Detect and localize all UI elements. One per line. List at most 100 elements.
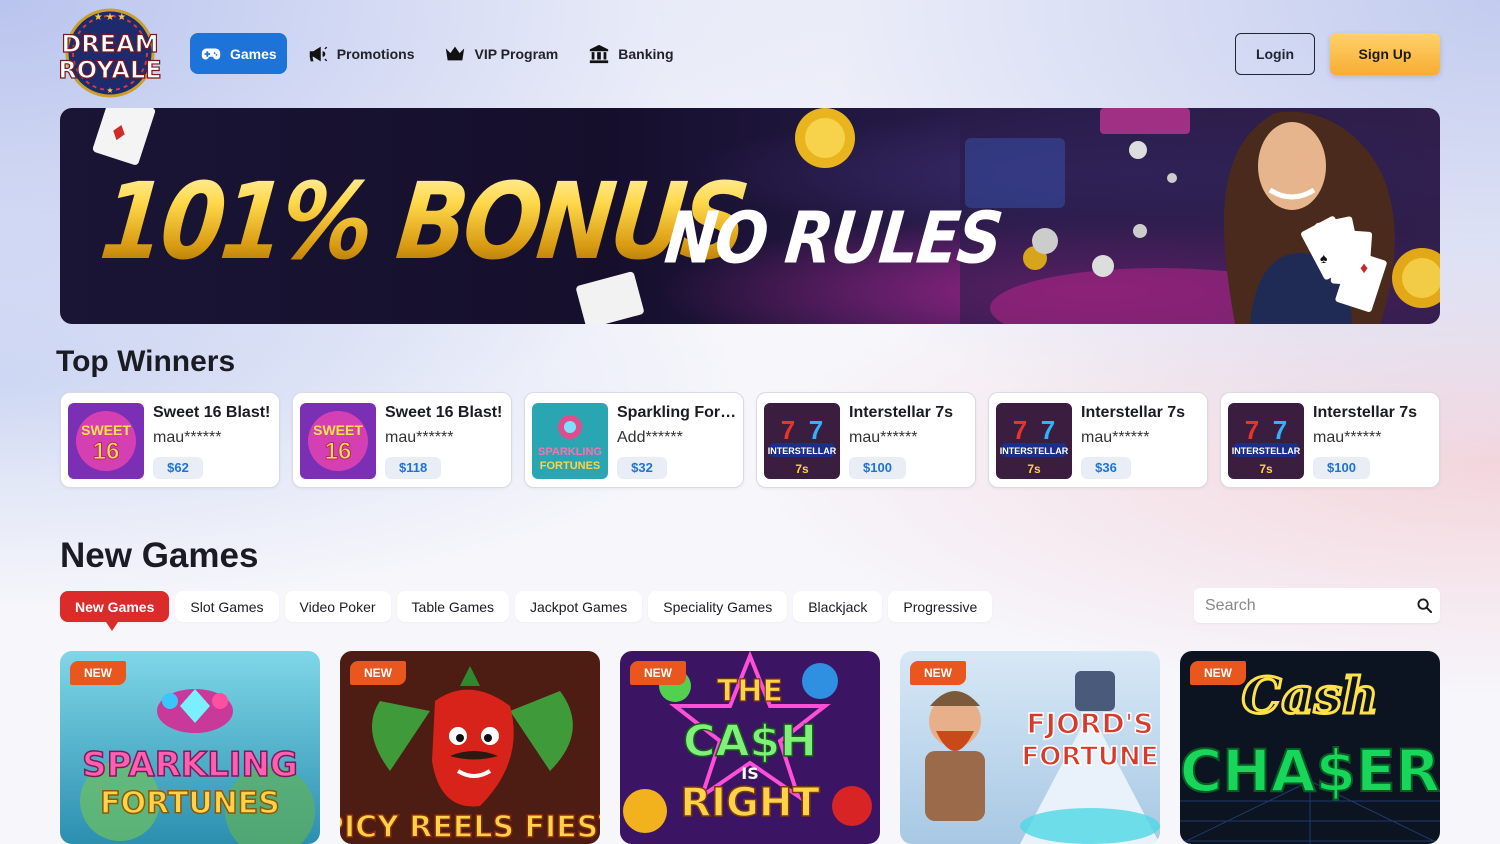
winner-game: Interstellar 7s (1313, 404, 1418, 421)
new-badge: NEW (1190, 661, 1246, 685)
winner-game: Sweet 16 Blast! (385, 404, 503, 421)
new-badge: NEW (910, 661, 966, 685)
search-icon[interactable] (1417, 598, 1432, 613)
interstellar-7s-thumbnail: 7 7 INTERSTELLAR 7s (1228, 403, 1304, 479)
svg-text:7s: 7s (1259, 462, 1273, 476)
game-card[interactable]: SPICY REELS FIESTA NEW (340, 651, 600, 844)
tab-table-games[interactable]: Table Games (396, 591, 510, 622)
new-badge: NEW (630, 661, 686, 685)
svg-text:SPARKLING: SPARKLING (82, 745, 298, 785)
tab-video-poker[interactable]: Video Poker (284, 591, 391, 622)
banner-headline: 101% BONUS (95, 160, 751, 284)
svg-text:FJORD'S: FJORD'S (1027, 707, 1154, 740)
nav-promotions[interactable]: Promotions (297, 33, 425, 74)
svg-text:7: 7 (1273, 415, 1287, 445)
winner-card[interactable]: 7 7 INTERSTELLAR 7s Interstellar 7s mau****… (988, 392, 1208, 488)
winner-amount: $100 (849, 457, 906, 479)
game-card[interactable]: FJORD'S FORTUNE NEW (900, 651, 1160, 844)
winner-card[interactable]: 7 7 INTERSTELLAR 7s Interstellar 7s mau****… (756, 392, 976, 488)
svg-text:♦: ♦ (1360, 260, 1368, 277)
nav-vip-program[interactable]: VIP Program (434, 33, 568, 74)
svg-text:SPARKLING: SPARKLING (538, 446, 602, 458)
svg-text:INTERSTELLAR: INTERSTELLAR (1232, 446, 1301, 456)
winner-game: Interstellar 7s (849, 404, 954, 421)
nav-banking-label: Banking (618, 45, 674, 62)
tab-blackjack[interactable]: Blackjack (793, 591, 883, 622)
svg-text:DREAM: DREAM (61, 30, 158, 58)
crown-icon (446, 46, 465, 60)
winner-game: Sweet 16 Blast! (153, 404, 271, 421)
banner-subline: NO RULES (661, 196, 1005, 280)
svg-text:FORTUNE: FORTUNE (1021, 742, 1158, 772)
tab-progressive[interactable]: Progressive (888, 591, 993, 622)
new-games-grid: SPARKLING FORTUNES NEW SPICY REELS FIEST… (60, 651, 1440, 844)
tab-slot-games[interactable]: Slot Games (175, 591, 279, 622)
winner-game: Sparkling Fortunes (617, 404, 739, 421)
svg-text:RIGHT: RIGHT (680, 780, 820, 826)
svg-text:CHA$ER: CHA$ER (1180, 737, 1440, 805)
winner-amount: $36 (1081, 457, 1131, 479)
interstellar-7s-thumbnail: 7 7 INTERSTELLAR 7s (996, 403, 1072, 479)
winner-amount: $62 (153, 457, 203, 479)
dream-royale-logo[interactable]: ★ ★ ★ DREAM ROYALE ★ (58, 8, 162, 98)
main-nav: Games Promotions VIP Program Banking (190, 33, 684, 74)
svg-text:INTERSTELLAR: INTERSTELLAR (1000, 446, 1069, 456)
winner-game: Interstellar 7s (1081, 404, 1186, 421)
game-category-tabs: New Games Slot Games Video Poker Table G… (60, 591, 993, 631)
svg-text:16: 16 (93, 438, 120, 465)
megaphone-icon (309, 46, 327, 61)
game-search (1194, 588, 1440, 623)
bank-icon (590, 44, 609, 63)
svg-text:ROYALE: ROYALE (58, 56, 161, 84)
winner-amount: $118 (385, 457, 442, 479)
gamepad-icon (201, 48, 221, 59)
svg-text:7s: 7s (1027, 462, 1041, 476)
nav-vip-label: VIP Program (474, 45, 559, 62)
svg-text:7s: 7s (795, 462, 809, 476)
svg-text:CA$H: CA$H (683, 716, 817, 767)
svg-text:16: 16 (325, 438, 352, 465)
login-button[interactable]: Login (1235, 33, 1315, 75)
winner-user: mau****** (1081, 429, 1150, 446)
svg-text:SWEET: SWEET (313, 422, 363, 438)
svg-text:SPICY REELS FIESTA: SPICY REELS FIESTA (340, 810, 600, 844)
promo-banner[interactable]: ♦ ♠ 101% BONUS NO RULES (60, 108, 1440, 324)
game-card[interactable]: Cash CHA$ER NEW (1180, 651, 1440, 844)
nav-games-label: Games (230, 45, 277, 62)
sparkling-fortunes-thumbnail: SPARKLING FORTUNES (532, 403, 608, 479)
winner-amount: $100 (1313, 457, 1370, 479)
signup-button[interactable]: Sign Up (1330, 33, 1440, 75)
nav-banking[interactable]: Banking (578, 33, 683, 74)
winner-user: Add****** (617, 429, 683, 446)
new-badge: NEW (350, 661, 406, 685)
game-card[interactable]: SPARKLING FORTUNES NEW (60, 651, 320, 844)
svg-text:FORTUNES: FORTUNES (540, 460, 601, 472)
svg-text:FORTUNES: FORTUNES (100, 786, 280, 821)
winner-card[interactable]: SWEET 16 Sweet 16 Blast! mau****** $62 (60, 392, 280, 488)
interstellar-7s-thumbnail: 7 7 INTERSTELLAR 7s (764, 403, 840, 479)
winner-card[interactable]: SPARKLING FORTUNES Sparkling Fortunes Add… (524, 392, 744, 488)
tab-new-games[interactable]: New Games (60, 591, 170, 631)
svg-text:7: 7 (1245, 415, 1259, 445)
svg-text:★ ★ ★: ★ ★ ★ (94, 12, 126, 23)
search-input[interactable] (1194, 588, 1414, 623)
nav-games[interactable]: Games (190, 33, 287, 74)
tab-speciality-games[interactable]: Speciality Games (648, 591, 788, 622)
new-games-title: New Games (60, 536, 259, 575)
svg-text:7: 7 (809, 415, 823, 445)
sweet-16-blast-thumbnail: SWEET 16 (300, 403, 376, 479)
game-card[interactable]: THE CA$H IS RIGHT NEW (620, 651, 880, 844)
top-winners-list: SWEET 16 Sweet 16 Blast! mau****** $62 SW… (60, 392, 1440, 488)
winner-card[interactable]: SWEET 16 Sweet 16 Blast! mau****** $118 (292, 392, 512, 488)
svg-text:♠: ♠ (1320, 250, 1328, 266)
new-badge: NEW (70, 661, 126, 685)
winner-card[interactable]: 7 7 INTERSTELLAR 7s Interstellar 7s mau****… (1220, 392, 1440, 488)
sweet-16-blast-thumbnail: SWEET 16 (68, 403, 144, 479)
tab-jackpot-games[interactable]: Jackpot Games (515, 591, 643, 622)
svg-text:THE: THE (717, 674, 783, 709)
svg-text:INTERSTELLAR: INTERSTELLAR (768, 446, 837, 456)
svg-text:Cash: Cash (1242, 666, 1379, 725)
svg-text:7: 7 (1041, 415, 1055, 445)
svg-text:★: ★ (106, 86, 113, 95)
top-winners-title: Top Winners (56, 345, 236, 378)
